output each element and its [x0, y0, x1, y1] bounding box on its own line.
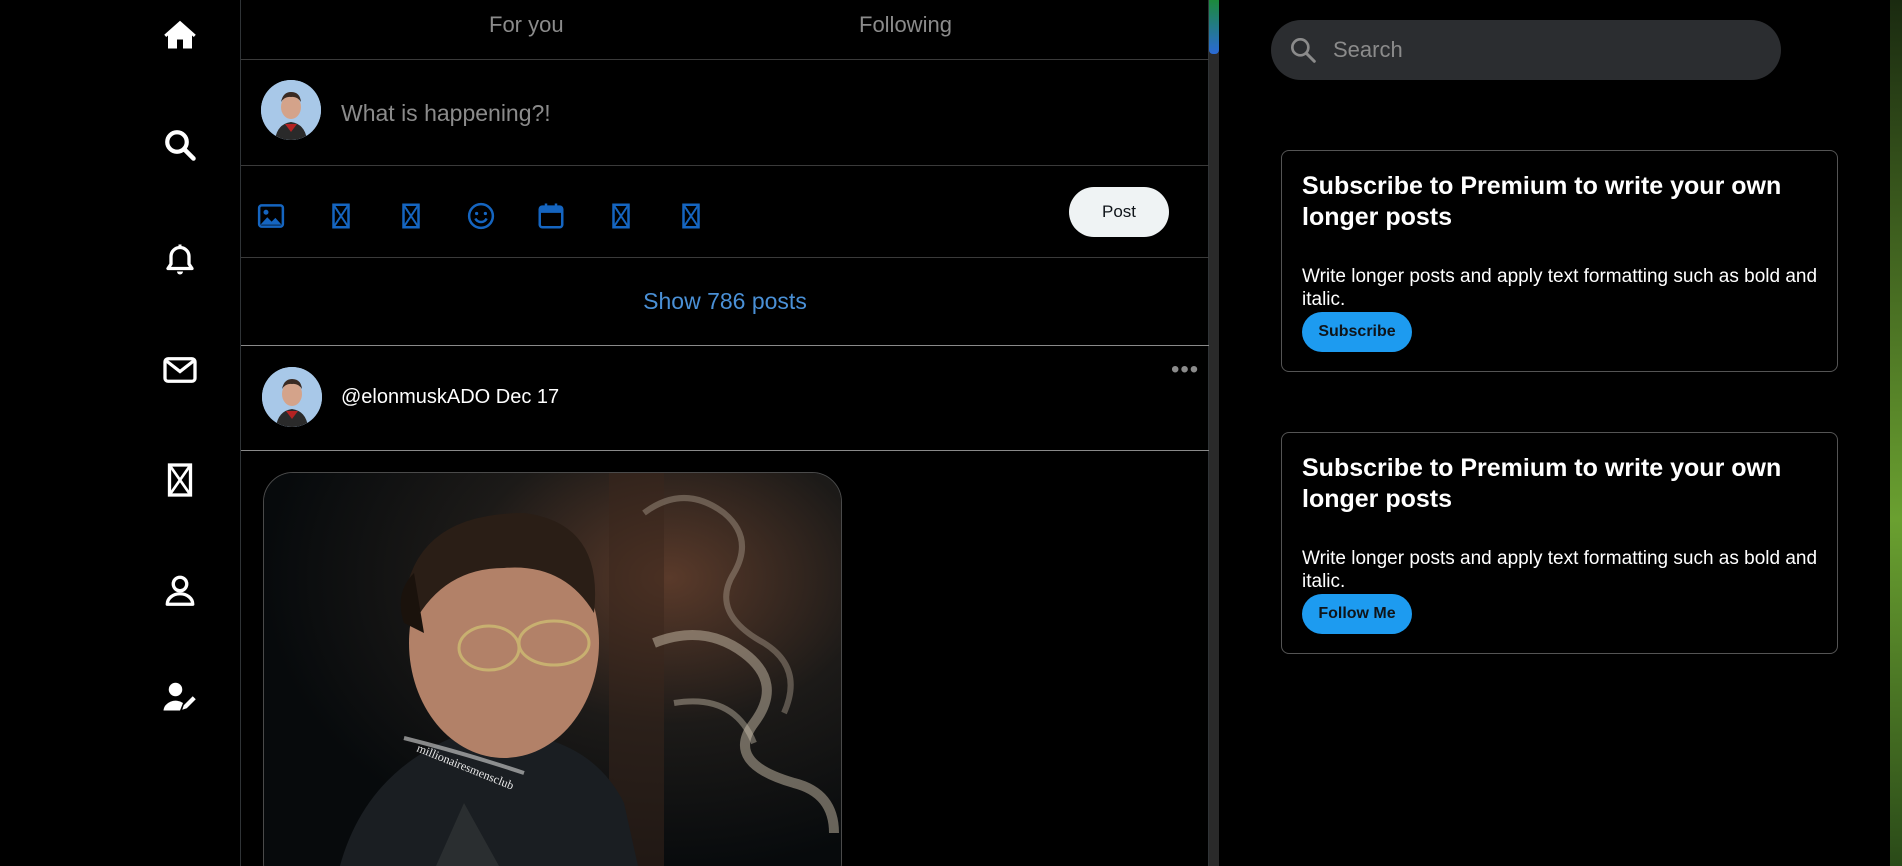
card-title: Subscribe to Premium to write your own l… — [1302, 172, 1782, 231]
nav-notifications[interactable] — [160, 241, 200, 281]
nav-search[interactable] — [160, 125, 200, 165]
profile-icon — [165, 575, 195, 606]
media-button[interactable] — [254, 199, 288, 233]
broken-icon — [402, 203, 420, 229]
search-input[interactable] — [1333, 30, 1753, 70]
emoji-icon — [467, 202, 495, 230]
post-author-date[interactable]: @elonmuskADO Dec 17 — [341, 386, 559, 409]
show-posts-link[interactable]: Show 786 posts — [241, 258, 1209, 346]
avatar — [261, 80, 321, 140]
post-header: @elonmuskADO Dec 17 ••• — [241, 346, 1209, 451]
image-icon — [257, 204, 285, 228]
search-icon — [165, 130, 196, 161]
main-feed: For you Following What is happening?! Po… — [240, 0, 1209, 866]
post-button[interactable]: Post — [1069, 187, 1169, 237]
poll-button[interactable] — [394, 199, 428, 233]
broken-icon — [332, 203, 350, 229]
post-image[interactable]: millionairesmensclub — [263, 472, 842, 866]
composer-toolbar: Post — [241, 166, 1209, 258]
premium-card: Subscribe to Premium to write your own l… — [1281, 432, 1838, 654]
nav-messages[interactable] — [160, 350, 200, 390]
emoji-button[interactable] — [464, 199, 498, 233]
more-options-icon[interactable]: ••• — [1171, 356, 1199, 384]
scrollbar-track[interactable] — [1209, 0, 1219, 866]
location-button[interactable] — [604, 199, 638, 233]
left-nav — [0, 0, 240, 866]
tag-button[interactable] — [674, 199, 708, 233]
home-icon — [164, 20, 196, 49]
composer: What is happening?! — [241, 60, 1209, 166]
nav-edit-profile[interactable] — [160, 677, 200, 717]
tab-following[interactable]: Following — [859, 12, 952, 38]
scrollbar-thumb[interactable] — [1209, 0, 1219, 54]
premium-card: Subscribe to Premium to write your own l… — [1281, 150, 1838, 372]
gif-button[interactable] — [324, 199, 358, 233]
broken-icon — [167, 463, 193, 497]
card-body: Write longer posts and apply text format… — [1302, 266, 1818, 310]
window-edge — [1890, 0, 1902, 866]
broken-icon — [682, 203, 700, 229]
tab-for-you[interactable]: For you — [489, 12, 564, 38]
card-title: Subscribe to Premium to write your own l… — [1302, 454, 1782, 513]
follow-me-button[interactable]: Follow Me — [1302, 594, 1412, 634]
schedule-button[interactable] — [534, 199, 568, 233]
user-edit-icon — [163, 682, 196, 711]
mail-icon — [163, 357, 197, 383]
subscribe-button[interactable]: Subscribe — [1302, 312, 1412, 352]
avatar[interactable] — [262, 367, 322, 427]
feed-tabs: For you Following — [241, 0, 1209, 60]
search-icon — [1291, 37, 1316, 63]
card-body: Write longer posts and apply text format… — [1302, 548, 1818, 592]
bell-icon — [166, 244, 194, 275]
calendar-icon — [538, 203, 564, 229]
composer-input[interactable]: What is happening?! — [341, 100, 551, 127]
broken-icon — [612, 203, 630, 229]
nav-broken[interactable] — [160, 460, 200, 500]
search-bar — [1271, 20, 1781, 80]
nav-profile[interactable] — [160, 570, 200, 610]
nav-home[interactable] — [160, 15, 200, 55]
